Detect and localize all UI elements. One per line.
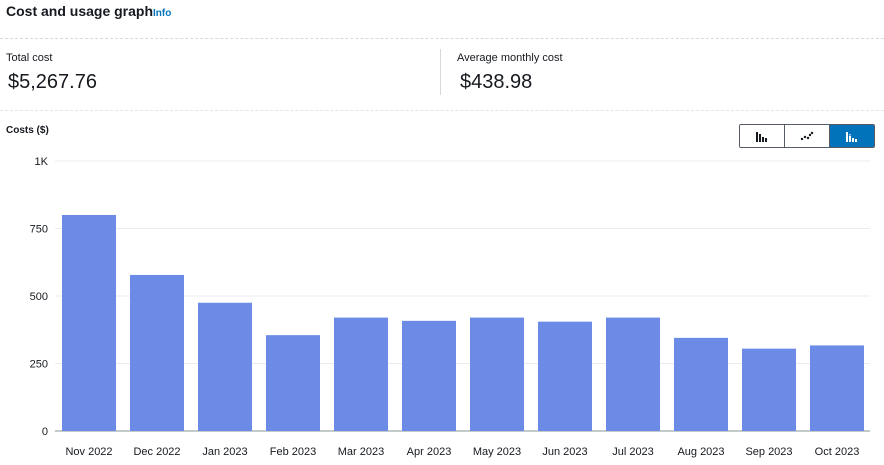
x-tick-label: May 2023	[473, 446, 521, 458]
x-tick-label: Jul 2023	[612, 446, 654, 458]
x-tick-label: Aug 2023	[677, 446, 724, 458]
info-link[interactable]: Info	[153, 8, 171, 19]
y-tick-label: 750	[30, 224, 48, 236]
bar	[674, 337, 728, 431]
total-cost-label: Total cost	[6, 52, 53, 64]
x-tick-label: Oct 2023	[815, 446, 860, 458]
stacked-bar-chart-icon	[846, 132, 857, 142]
x-tick-label: Mar 2023	[338, 446, 384, 458]
bar	[266, 335, 320, 431]
y-axis-label: Costs ($)	[6, 125, 49, 136]
x-tick-label: Jun 2023	[542, 446, 587, 458]
total-cost-value: $5,267.76	[8, 71, 97, 93]
average-cost-value: $438.98	[460, 71, 533, 93]
cost-bar-chart: 0 250 500 750 1K Nov 2022 Dec 2022 Jan 2023 Feb …	[30, 156, 870, 458]
y-tick-label: 250	[30, 359, 48, 371]
bar	[62, 215, 116, 431]
x-tick-label: Sep 2023	[745, 446, 792, 458]
bar	[198, 302, 252, 431]
bar	[334, 317, 388, 431]
bar	[470, 317, 524, 431]
bar	[538, 321, 592, 431]
bar	[606, 317, 660, 431]
average-cost-label: Average monthly cost	[457, 52, 563, 64]
y-tick-label: 0	[42, 426, 48, 438]
x-tick-label: Jan 2023	[202, 446, 247, 458]
metric-divider	[440, 49, 441, 95]
x-tick-label: Apr 2023	[407, 446, 452, 458]
x-tick-label: Feb 2023	[270, 446, 316, 458]
graph-header: Cost and usage graph Info	[0, 0, 884, 39]
scatter-chart-button[interactable]	[785, 125, 830, 147]
y-tick-label: 500	[30, 291, 48, 303]
x-tick-label: Nov 2022	[65, 446, 112, 458]
graph-title: Cost and usage graph	[6, 3, 154, 19]
section-divider	[0, 110, 884, 111]
scatter-chart-icon	[800, 131, 814, 141]
y-tick-label: 1K	[35, 156, 49, 168]
bar-chart-button[interactable]	[740, 125, 785, 147]
chart-type-toggle	[739, 124, 875, 148]
bar	[742, 348, 796, 431]
stacked-bar-chart-button[interactable]	[830, 125, 874, 147]
bar	[402, 320, 456, 431]
x-tick-label: Dec 2022	[133, 446, 180, 458]
bar-chart-icon	[756, 132, 767, 142]
bar	[130, 274, 184, 431]
bar	[810, 345, 864, 431]
